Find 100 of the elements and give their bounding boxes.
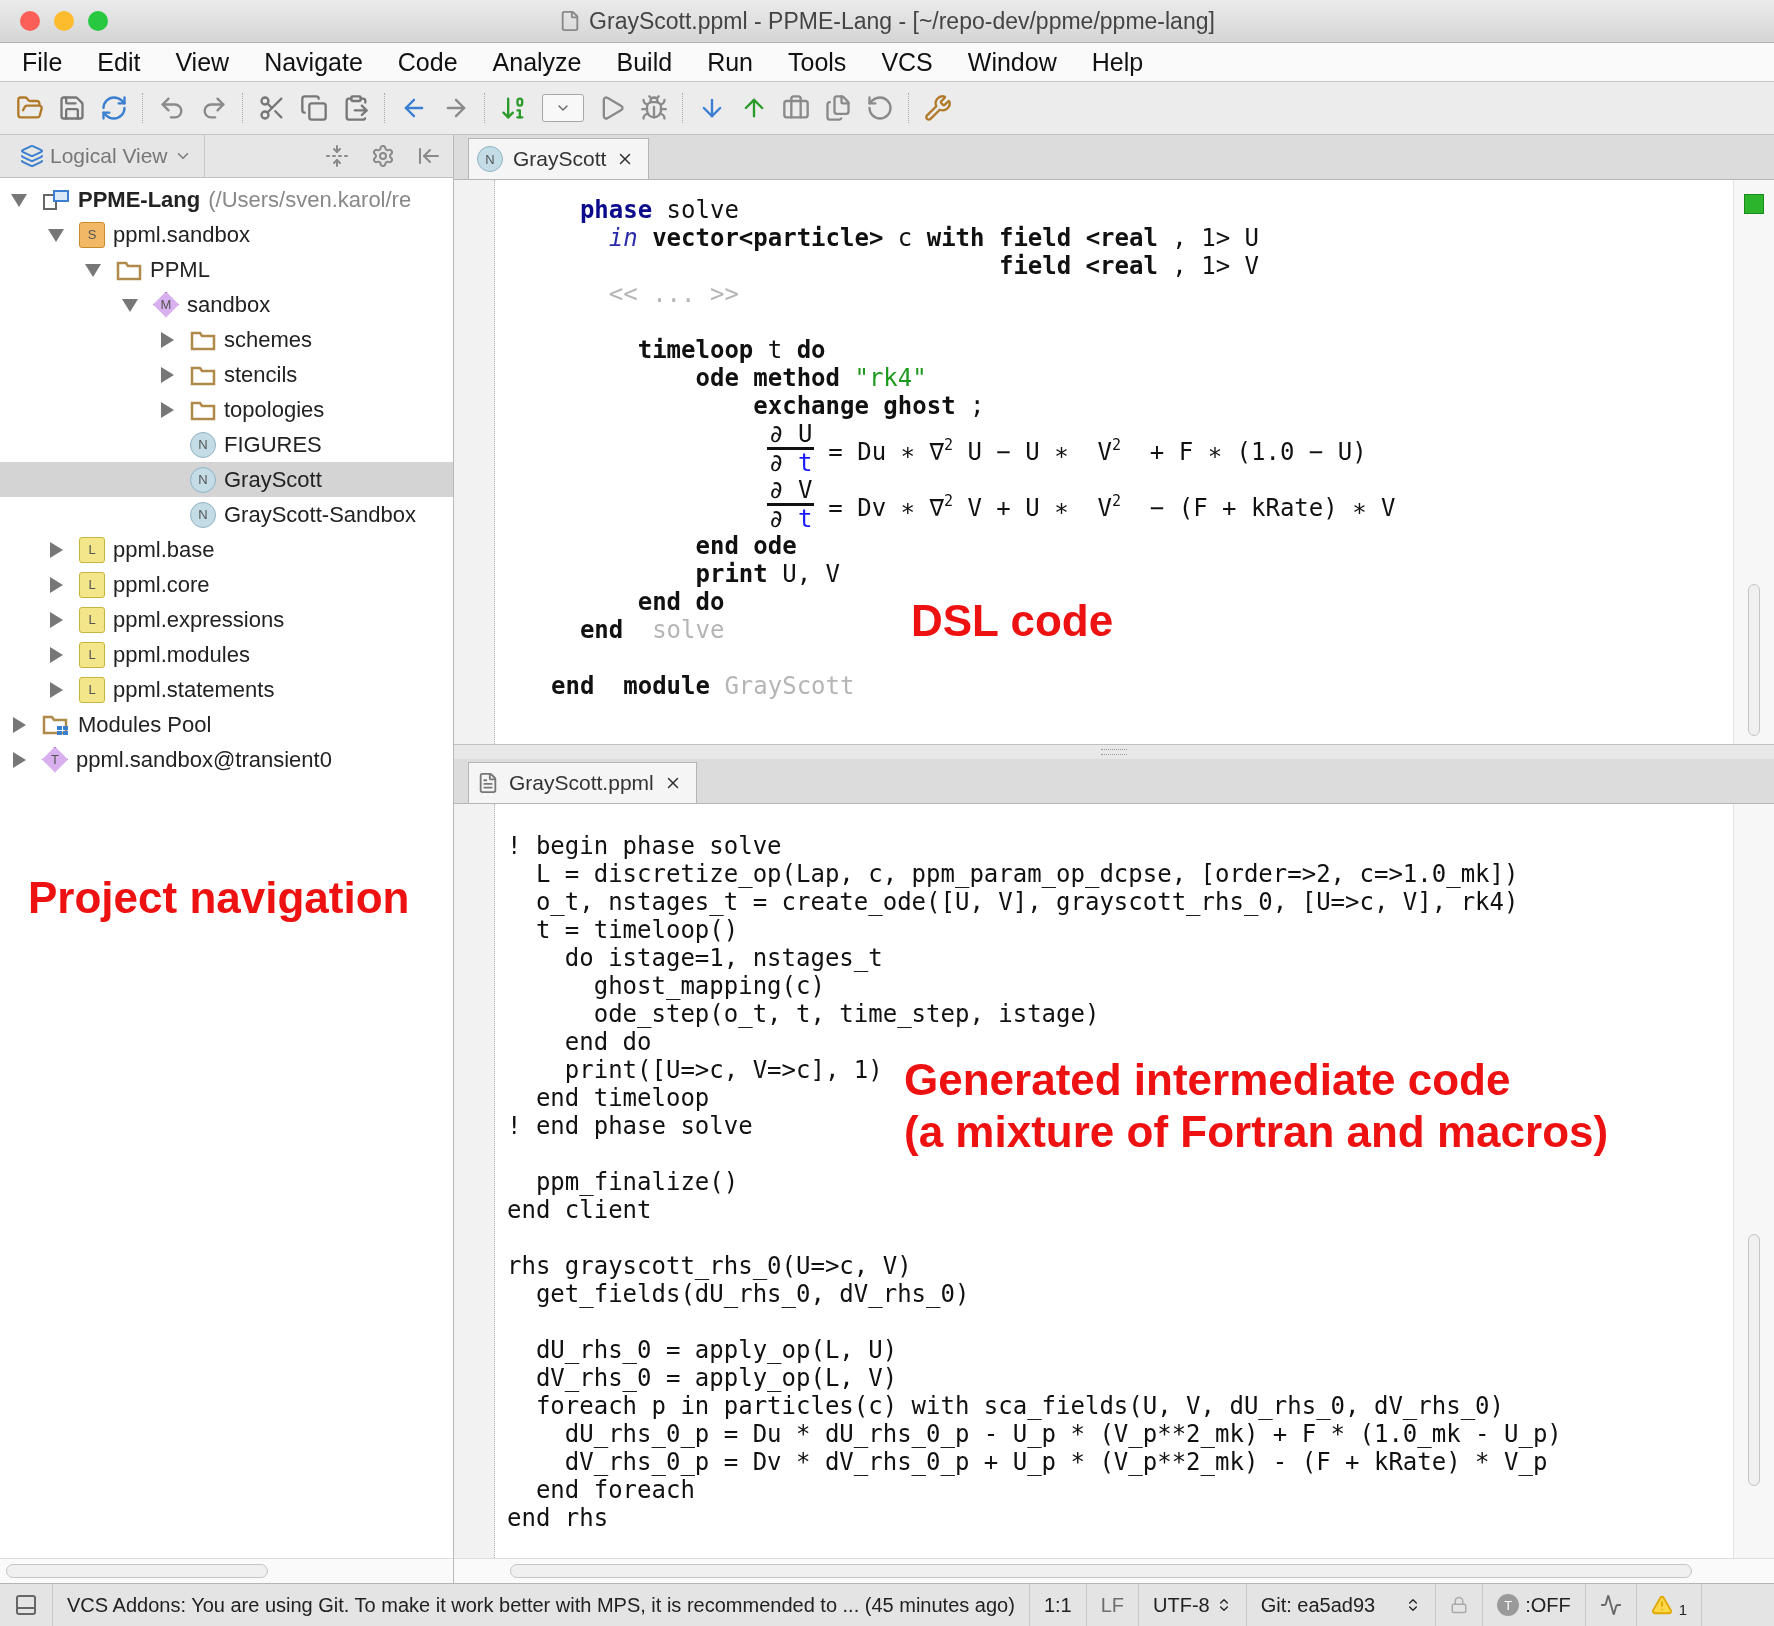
run-configuration-dropdown[interactable] bbox=[542, 94, 584, 122]
debug-icon[interactable] bbox=[640, 94, 668, 122]
module-badge-icon: L bbox=[79, 571, 105, 598]
expand-arrow-icon[interactable] bbox=[158, 365, 176, 384]
expand-arrow-icon[interactable] bbox=[10, 715, 28, 734]
tree-item[interactable]: L ppml.core bbox=[0, 567, 453, 602]
menu-item[interactable]: Navigate bbox=[264, 47, 379, 77]
tree-item[interactable]: Modules Pool bbox=[0, 707, 453, 742]
scrollbar-thumb[interactable] bbox=[510, 1564, 1692, 1578]
code-line: end do bbox=[563, 1028, 652, 1056]
menu-item[interactable]: File bbox=[22, 47, 79, 77]
menu-item[interactable]: VCS bbox=[881, 47, 949, 77]
warnings-indicator[interactable]: 1 bbox=[1636, 1584, 1703, 1626]
module-badge-icon: N bbox=[190, 501, 216, 528]
menu-item[interactable]: Analyze bbox=[492, 47, 598, 77]
code-line: << ... >> bbox=[607, 280, 739, 308]
code-line: end do bbox=[636, 588, 725, 616]
code-line: end ode bbox=[694, 532, 797, 560]
module-badge-icon: L bbox=[79, 536, 105, 563]
code-line: ! begin phase solve bbox=[507, 832, 782, 860]
tree-item[interactable]: PPME-Lang (/Users/sven.karol/re bbox=[0, 182, 453, 217]
code-line: do istage=1, nstages_t bbox=[563, 944, 883, 972]
menu-item[interactable]: Help bbox=[1091, 47, 1160, 77]
expand-arrow-icon[interactable] bbox=[47, 610, 65, 629]
window-title: GrayScott.ppml - PPME-Lang - [~/repo-dev/ppme/ppme-lang] bbox=[589, 7, 1215, 35]
tree-item[interactable]: L ppml.statements bbox=[0, 672, 453, 707]
memory-icon[interactable] bbox=[1599, 1594, 1622, 1616]
splitter-grip[interactable] bbox=[1101, 749, 1127, 755]
tree-item[interactable]: topologies bbox=[0, 392, 453, 427]
cursor-position[interactable]: 1:1 bbox=[1029, 1584, 1087, 1626]
save-icon[interactable] bbox=[58, 94, 86, 122]
tree-item[interactable]: L ppml.base bbox=[0, 532, 453, 567]
code-line: end client bbox=[507, 1196, 652, 1224]
settings-icon[interactable] bbox=[371, 144, 395, 168]
files-icon[interactable] bbox=[824, 94, 852, 122]
code-line: phase solve bbox=[578, 196, 739, 224]
tree-item[interactable]: L ppml.modules bbox=[0, 637, 453, 672]
tree-item[interactable]: stencils bbox=[0, 357, 453, 392]
code-line: ode_step(o_t, t, time_step, istage) bbox=[592, 1000, 1100, 1028]
tree-item[interactable]: schemes bbox=[0, 322, 453, 357]
code-line: ode method "rk4" bbox=[694, 364, 927, 392]
panel-toggle-icon[interactable] bbox=[14, 1593, 38, 1617]
mode-toggle[interactable]: T :OFF bbox=[1483, 1584, 1586, 1626]
menu-item[interactable]: Window bbox=[967, 47, 1073, 77]
expand-arrow-icon[interactable] bbox=[47, 575, 65, 594]
code-line: ppm_finalize() bbox=[534, 1168, 739, 1196]
menu-item[interactable]: Edit bbox=[97, 47, 157, 77]
encoding-selector[interactable]: UTF-8 bbox=[1139, 1584, 1247, 1626]
expand-arrow-icon[interactable] bbox=[47, 540, 65, 559]
expand-arrow-icon[interactable] bbox=[158, 330, 176, 349]
code-line: end foreach bbox=[534, 1476, 695, 1504]
editor-tab[interactable]: N GrayScott bbox=[468, 138, 650, 179]
menu-item[interactable]: Code bbox=[397, 47, 474, 77]
layers-icon bbox=[20, 144, 44, 168]
copy-icon[interactable] bbox=[300, 94, 328, 122]
module-badge-icon: T bbox=[42, 746, 68, 773]
menu-item[interactable]: View bbox=[175, 47, 246, 77]
expand-arrow-icon[interactable] bbox=[10, 750, 28, 769]
zoom-window-button[interactable] bbox=[88, 11, 108, 31]
menu-item[interactable]: Run bbox=[707, 47, 769, 77]
code-line: ghost_mapping(c) bbox=[592, 972, 825, 1000]
scrollbar-thumb[interactable] bbox=[1748, 1234, 1760, 1486]
menu-item[interactable]: Tools bbox=[788, 47, 863, 77]
scrollbar-thumb[interactable] bbox=[6, 1564, 268, 1578]
tree-item[interactable]: N GrayScott-Sandbox bbox=[0, 497, 453, 532]
code-line: dU_rhs_0 = apply_op(L, U) bbox=[534, 1336, 898, 1364]
module-badge-icon: N bbox=[190, 466, 216, 493]
code-line: end module GrayScott bbox=[551, 672, 855, 700]
lock-icon[interactable] bbox=[1450, 1596, 1469, 1614]
code-line: t = timeloop() bbox=[534, 916, 739, 944]
editor-tab[interactable]: GrayScott.ppml bbox=[468, 762, 697, 803]
revert-icon[interactable] bbox=[866, 94, 894, 122]
expand-arrow-icon[interactable] bbox=[158, 400, 176, 419]
expand-arrow-icon[interactable] bbox=[47, 645, 65, 664]
tree-item[interactable]: S ppml.sandbox bbox=[0, 217, 453, 252]
code-line: L = discretize_op(Lap, c, ppm_param_op_dcpse, [order=>2, c=>1.0_mk]) bbox=[534, 860, 1519, 888]
tree-item[interactable]: N GrayScott bbox=[0, 462, 453, 497]
tree-item[interactable]: T ppml.sandbox@transient0 bbox=[0, 742, 453, 777]
code-line: o_t, nstages_t = create_ode([U, V], grayscott_rhs_0, [U=>c, V], rk4) bbox=[534, 888, 1519, 916]
code-line: end timeloop bbox=[534, 1084, 710, 1112]
status-message[interactable]: VCS Addons: You are using Git. To make it work better with MPS, it is recommended to ... (45 minutes ago) bbox=[53, 1584, 1030, 1626]
annotation-label: Generated intermediate code (a mixture of Fortran and macros) bbox=[904, 1054, 1609, 1158]
code-line: exchange ghost ; bbox=[752, 392, 985, 420]
tree-item[interactable]: N FIGURES bbox=[0, 427, 453, 462]
tree-item[interactable]: PPML bbox=[0, 252, 453, 287]
scrollbar-thumb[interactable] bbox=[1748, 584, 1760, 736]
tree-item[interactable]: L ppml.expressions bbox=[0, 602, 453, 637]
expand-arrow-icon[interactable] bbox=[47, 680, 65, 699]
briefcase-icon[interactable] bbox=[782, 94, 810, 122]
tree-item[interactable]: M sandbox bbox=[0, 287, 453, 322]
line-separator[interactable]: LF bbox=[1100, 1593, 1125, 1617]
close-window-button[interactable] bbox=[20, 11, 40, 31]
code-line: end rhs bbox=[507, 1504, 609, 1532]
code-line: dU_rhs_0_p = Du * dU_rhs_0_p - U_p * (V_p**2_mk) + F * (1.0_mk - U_p) bbox=[563, 1420, 1562, 1448]
menu-item[interactable]: Build bbox=[616, 47, 689, 77]
code-line: foreach p in particles(c) with sca_fields(U, V, dU_rhs_0, dV_rhs_0) bbox=[534, 1392, 1504, 1420]
sync-icon[interactable] bbox=[100, 94, 128, 122]
wrench-icon[interactable] bbox=[924, 94, 952, 122]
branch-selector[interactable]: Git: ea5ad93 bbox=[1246, 1584, 1437, 1626]
collapse-all-icon[interactable] bbox=[325, 144, 349, 168]
